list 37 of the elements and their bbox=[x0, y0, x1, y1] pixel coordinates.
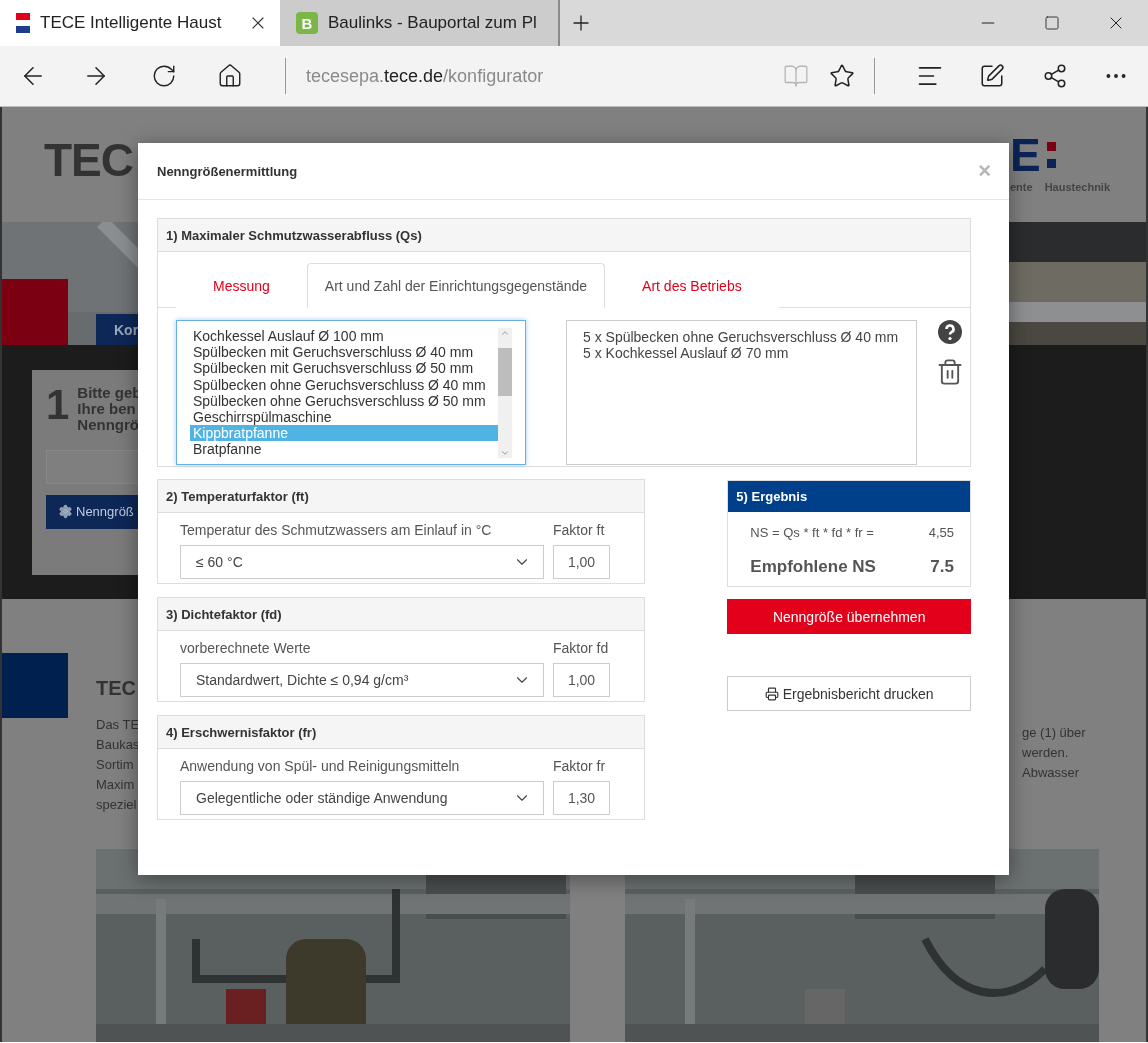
field-label: vorberechnete Werte bbox=[180, 640, 312, 656]
section-title: TEC bbox=[96, 677, 137, 701]
panel-heading: 4) Erschwernisfaktor (fr) bbox=[158, 716, 645, 749]
paragraph-line: speziel bbox=[96, 796, 138, 815]
paragraph-line: Baukas bbox=[96, 736, 140, 755]
result-label: Empfohlene NS bbox=[750, 557, 876, 577]
field-label: Faktor fd bbox=[553, 640, 610, 656]
field-label: Faktor fr bbox=[553, 758, 607, 774]
formula-label: NS = Qs * ft * fd * fr = bbox=[750, 524, 874, 542]
paragraph-line: werden. bbox=[1022, 744, 1070, 763]
formula-value: 4,55 bbox=[928, 524, 954, 542]
logo: E bbox=[1010, 133, 1041, 177]
field-label: Anwendung von Spül- und Reinigungsmitteln bbox=[180, 758, 461, 774]
step-text: Nenngrö bbox=[77, 416, 141, 433]
paragraph-line: Das TE bbox=[96, 716, 140, 735]
step-text: Ihre ben bbox=[77, 400, 136, 417]
step-number: 1 bbox=[46, 384, 70, 430]
logo-tagline: ente bbox=[1010, 181, 1033, 193]
field-label: Temperatur des Schmutzwassers am Einlauf in °C bbox=[180, 522, 493, 538]
paragraph-line: Maxim bbox=[96, 776, 136, 795]
result-value: 7.5 bbox=[930, 557, 954, 577]
panel-heading: 1) Maximaler Schmutzwasserabfluss (Qs) bbox=[158, 219, 970, 252]
selected-item: 5 x Kochkessel Auslauf Ø 70 mm bbox=[583, 345, 790, 361]
dialog-title: Nenngrößenermittlung bbox=[157, 163, 298, 179]
panel-heading: 2) Temperaturfaktor (ft) bbox=[158, 480, 645, 513]
field-label: Faktor ft bbox=[553, 522, 606, 538]
site-icon: B bbox=[296, 12, 318, 34]
paragraph-line: ge (1) über bbox=[1022, 724, 1087, 743]
logo: TEC bbox=[44, 133, 133, 183]
tab-title: Baulinks - Bauportal zum Pl bbox=[328, 13, 538, 33]
panel-heading: 5) Ergebnis bbox=[728, 481, 970, 512]
panel-heading: 3) Dichtefaktor (fd) bbox=[158, 598, 645, 631]
selected-item: 5 x Spülbecken ohne Geruchsverschluss Ø 40 mm bbox=[583, 329, 900, 345]
paragraph-line: Sortim bbox=[96, 756, 135, 775]
logo-tagline: Haustechnik bbox=[1044, 181, 1111, 193]
tab-title: TECE Intelligente Haust bbox=[40, 13, 223, 33]
paragraph-line: Abwasser bbox=[1022, 764, 1081, 783]
